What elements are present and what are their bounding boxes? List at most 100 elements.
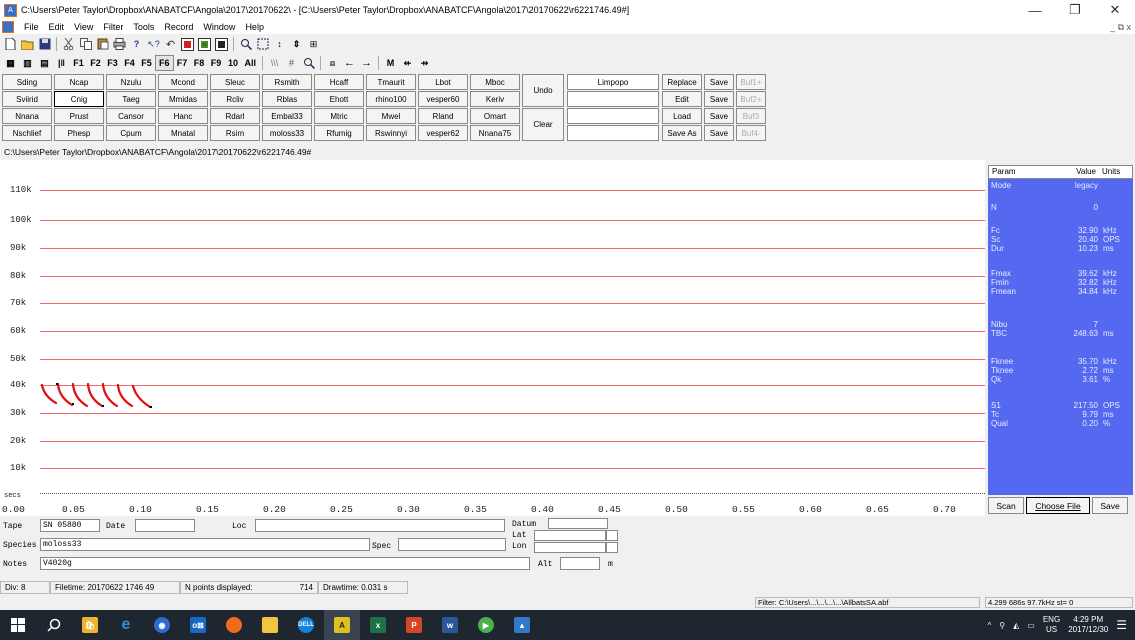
- f2-button[interactable]: F2: [87, 55, 104, 71]
- menu-help[interactable]: Help: [240, 22, 269, 32]
- powerpoint-icon[interactable]: P: [396, 610, 432, 640]
- species-key[interactable]: Hcaff: [314, 74, 364, 90]
- cut-icon[interactable]: [60, 36, 77, 52]
- print-icon[interactable]: [111, 36, 128, 52]
- save-buf4-button[interactable]: Save: [704, 125, 734, 141]
- maximize-button[interactable]: ❐: [1055, 2, 1095, 18]
- species-key[interactable]: Ncap: [54, 74, 104, 90]
- edit-button[interactable]: Edit: [662, 91, 702, 107]
- f6-button[interactable]: F6: [155, 55, 174, 71]
- edge-browser-icon[interactable]: e: [108, 610, 144, 640]
- spec-field[interactable]: [398, 538, 506, 551]
- true-scale-icon[interactable]: |‖: [53, 55, 70, 71]
- species-key[interactable]: Nschlief: [2, 125, 52, 141]
- species-key-selected[interactable]: Cnig: [54, 91, 104, 107]
- f9-button[interactable]: F9: [208, 55, 225, 71]
- tape-field[interactable]: SN 05880: [40, 519, 100, 532]
- species-key[interactable]: Mboc: [470, 74, 520, 90]
- save-as-button[interactable]: Save As: [662, 125, 702, 141]
- key-name-field-2[interactable]: [567, 91, 659, 107]
- start-windows-icon[interactable]: [0, 610, 36, 640]
- species-key[interactable]: Rdarl: [210, 108, 260, 124]
- save-params-button[interactable]: Save: [1092, 497, 1128, 514]
- species-field[interactable]: moloss33: [40, 538, 370, 551]
- minimize-button[interactable]: —: [1015, 3, 1055, 18]
- dell-icon[interactable]: DELL: [288, 610, 324, 640]
- chrome-like-icon[interactable]: ◉: [144, 610, 180, 640]
- save-buf1-button[interactable]: Save: [704, 74, 734, 90]
- search-icon[interactable]: [36, 610, 72, 640]
- species-key[interactable]: Rswinnyi: [366, 125, 416, 141]
- species-key[interactable]: Rfumig: [314, 125, 364, 141]
- f7-button[interactable]: F7: [174, 55, 191, 71]
- battery-icon[interactable]: ▭: [1027, 621, 1035, 630]
- app-icon[interactable]: A: [4, 3, 17, 17]
- lon-field[interactable]: [534, 542, 606, 553]
- photos-icon[interactable]: ▲: [504, 610, 540, 640]
- species-key[interactable]: Mnatal: [158, 125, 208, 141]
- key-name-field-3[interactable]: [567, 108, 659, 124]
- mdi-controls[interactable]: _ ⧉ x: [1110, 22, 1135, 33]
- network-icon[interactable]: ◭: [1013, 621, 1019, 630]
- outlook-icon[interactable]: o⊠: [180, 610, 216, 640]
- species-key[interactable]: Taeg: [106, 91, 156, 107]
- f10-button[interactable]: 10: [225, 55, 242, 71]
- buf1-button[interactable]: Buf1+: [736, 74, 766, 90]
- scan-button[interactable]: Scan: [988, 497, 1024, 514]
- f1-button[interactable]: F1: [70, 55, 87, 71]
- buf4-button[interactable]: Buf4-: [736, 125, 766, 141]
- species-key[interactable]: Mtric: [314, 108, 364, 124]
- close-button[interactable]: ✕: [1095, 2, 1135, 18]
- menu-window[interactable]: Window: [198, 22, 240, 32]
- species-key[interactable]: Lbot: [418, 74, 468, 90]
- species-key[interactable]: Rland: [418, 108, 468, 124]
- species-key[interactable]: Nnana: [2, 108, 52, 124]
- species-key[interactable]: Cpum: [106, 125, 156, 141]
- zoom-box-icon[interactable]: [254, 36, 271, 52]
- species-key[interactable]: vesper60: [418, 91, 468, 107]
- species-key[interactable]: Cansor: [106, 108, 156, 124]
- species-key[interactable]: Sding: [2, 74, 52, 90]
- fastforward-icon[interactable]: ⇸: [416, 55, 433, 71]
- new-file-icon[interactable]: [2, 36, 19, 52]
- document-icon[interactable]: [2, 21, 14, 33]
- lat-field[interactable]: [534, 530, 606, 541]
- filter-icon[interactable]: \\\: [266, 55, 283, 71]
- species-key[interactable]: Rblas: [262, 91, 312, 107]
- notes-field[interactable]: V4020g: [40, 557, 530, 570]
- record-red-icon[interactable]: [179, 36, 196, 52]
- copy-icon[interactable]: [77, 36, 94, 52]
- rewind-icon[interactable]: ⇷: [399, 55, 416, 71]
- menu-view[interactable]: View: [69, 22, 98, 32]
- save-buf3-button[interactable]: Save: [704, 108, 734, 124]
- lon-hemisphere-field[interactable]: [606, 542, 618, 553]
- datum-field[interactable]: [548, 518, 608, 529]
- lat-hemisphere-field[interactable]: [606, 530, 618, 541]
- menu-file[interactable]: File: [19, 22, 44, 32]
- fkeys-view-icon[interactable]: ▤: [36, 55, 53, 71]
- expand-vertical-icon[interactable]: ↕: [271, 36, 288, 52]
- f5-button[interactable]: F5: [138, 55, 155, 71]
- media-player-icon[interactable]: ▶: [468, 610, 504, 640]
- species-key[interactable]: Tmaurit: [366, 74, 416, 90]
- f8-button[interactable]: F8: [191, 55, 208, 71]
- loc-field[interactable]: [255, 519, 505, 532]
- species-key[interactable]: Nzulu: [106, 74, 156, 90]
- network-icon[interactable]: ⊞: [305, 36, 322, 52]
- stop-icon[interactable]: [213, 36, 230, 52]
- magnify-icon[interactable]: [300, 55, 317, 71]
- key-name-field-1[interactable]: Limpopo: [567, 74, 659, 90]
- buf2-button[interactable]: Buf2+: [736, 91, 766, 107]
- excel-icon[interactable]: x: [360, 610, 396, 640]
- context-help-icon[interactable]: ↖?: [145, 36, 162, 52]
- key-name-field-4[interactable]: [567, 125, 659, 141]
- species-key[interactable]: Rsmith: [262, 74, 312, 90]
- hash-icon[interactable]: #: [283, 55, 300, 71]
- compressed-view-icon[interactable]: ▥: [19, 55, 36, 71]
- species-key[interactable]: Omart: [470, 108, 520, 124]
- menu-record[interactable]: Record: [159, 22, 198, 32]
- species-key[interactable]: Hanc: [158, 108, 208, 124]
- save-buf2-button[interactable]: Save: [704, 91, 734, 107]
- word-icon[interactable]: w: [432, 610, 468, 640]
- species-key[interactable]: moloss33: [262, 125, 312, 141]
